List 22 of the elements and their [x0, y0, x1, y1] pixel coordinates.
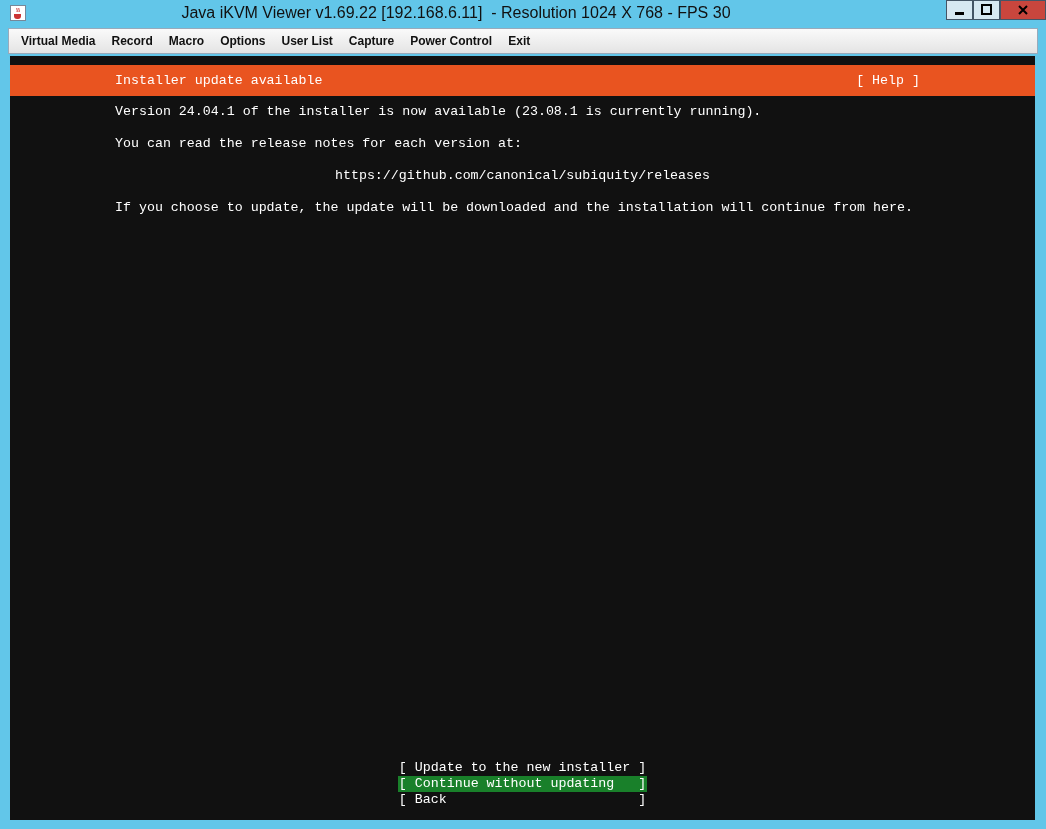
menu-item[interactable]: Virtual Media — [13, 34, 104, 48]
java-cup-icon — [10, 5, 26, 21]
message-text: Version 24.04.1 of the installer is now available (23.08.1 is currently running). — [115, 104, 762, 119]
menu-item[interactable]: Power Control — [402, 34, 501, 48]
maximize-button[interactable] — [973, 0, 1000, 20]
menu-option[interactable]: [ Continue without updating ] — [397, 776, 648, 792]
menu-option[interactable]: [ Back ] — [397, 792, 648, 808]
screen-title: Installer update available — [115, 73, 323, 88]
menu-item[interactable]: User List — [273, 34, 341, 48]
menu-item[interactable]: Exit — [500, 34, 539, 48]
help-link[interactable]: [ Help ] — [856, 73, 920, 88]
message-text: You can read the release notes for each version at: — [115, 136, 522, 151]
release-notes-url[interactable]: https://github.com/canonical/subiquity/releases — [334, 168, 710, 183]
menu-item[interactable]: Macro — [160, 34, 213, 48]
close-button[interactable] — [1000, 0, 1046, 20]
window-title: Java iKVM Viewer v1.69.22 [192.168.6.11] - Resolution 1024 X 768 - FPS 30 — [180, 4, 732, 22]
menu-item[interactable]: Record — [103, 34, 161, 48]
menu-item[interactable]: Capture — [340, 34, 403, 48]
menu-option[interactable]: [ Update to the new installer ] — [397, 760, 648, 776]
minimize-button[interactable] — [946, 0, 973, 20]
message-text: If you choose to update, the update will be downloaded and the installation will continue from here. — [115, 200, 913, 215]
menu-item[interactable]: Options — [212, 34, 274, 48]
